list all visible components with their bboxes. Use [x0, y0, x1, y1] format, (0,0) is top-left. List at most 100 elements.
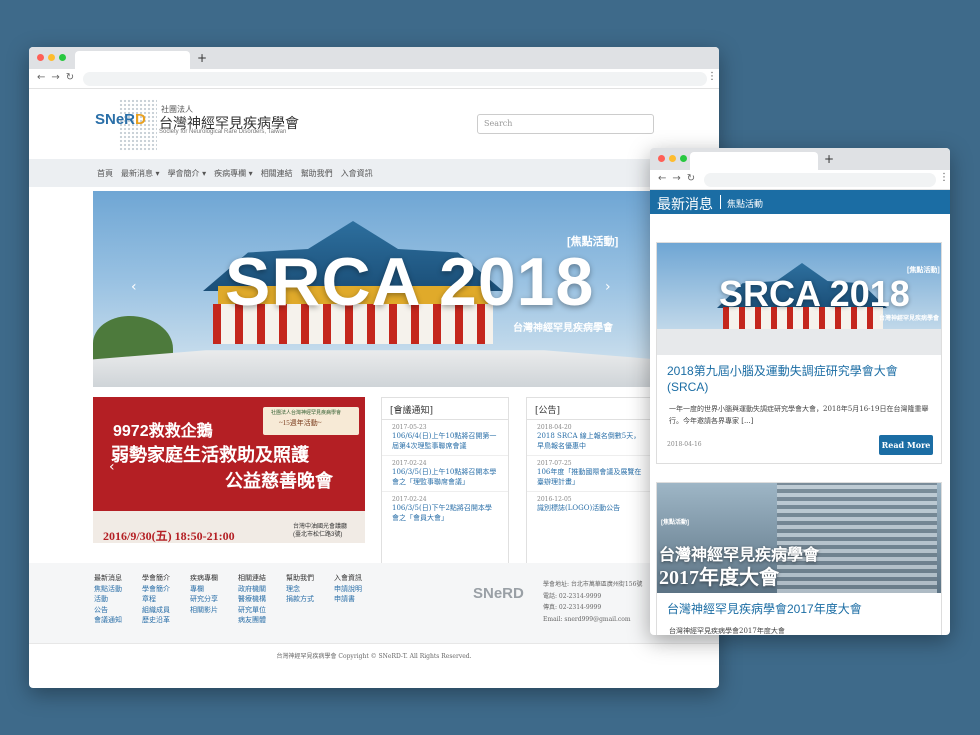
- window-controls: [658, 155, 687, 162]
- post-image-base: [657, 329, 941, 355]
- carousel-next-icon[interactable]: ›: [605, 279, 611, 295]
- promo-prev-icon[interactable]: ‹: [109, 459, 115, 475]
- footer-link[interactable]: 捐款方式: [286, 594, 314, 605]
- footer-heading: 入會資訊: [334, 574, 362, 582]
- post-title[interactable]: 台灣神經罕見疾病學會2017年度大會: [657, 593, 941, 617]
- footer-link[interactable]: 醫療機構: [238, 594, 266, 605]
- nav-news[interactable]: 最新消息 ▾: [121, 168, 160, 179]
- nav-home[interactable]: 首頁: [97, 168, 113, 179]
- copyright: 台灣神經罕見疾病學會 Copyright © SNeRD-T. All Righ…: [29, 643, 719, 663]
- list-item[interactable]: 2017-02-24 106/3/5(日)下午2點將召開本學會之「會員大會」: [382, 492, 508, 527]
- post-image-title: SRCA 2018: [719, 273, 910, 314]
- post-image-tag: [焦點活動]: [661, 520, 689, 526]
- minimize-window-button[interactable]: [48, 54, 55, 61]
- browser-tab[interactable]: [75, 51, 190, 69]
- list-item[interactable]: 2018-04-20 2018 SRCA 線上報名倒數5天，早鳥報名優惠中: [527, 420, 653, 456]
- footer-heading: 相關連結: [238, 574, 266, 582]
- venue-name: 台灣中油國光會議廳: [293, 524, 348, 530]
- list-item[interactable]: 2017-02-24 106/3/5(日)上午10點將召開本學會之「理監事聯席會議…: [382, 456, 508, 492]
- back-forward-reload-icon[interactable]: ←→↻: [658, 173, 701, 184]
- site-footer: 最新消息 焦點活動 活動 公告 會議通知 學會簡介 學會簡介 章程 組織成員 歷…: [29, 563, 719, 643]
- mobile-header-subtitle[interactable]: 焦點活動: [727, 197, 763, 210]
- announcements-heading: [公告]: [527, 398, 653, 420]
- footer-link[interactable]: 研究分享: [190, 594, 218, 605]
- charity-event-banner[interactable]: 社團法人台灣神經罕見疾病學會 ~15週年活動~ 9972救救企鵝 弱勢家庭生活救…: [93, 397, 365, 543]
- maximize-window-button[interactable]: [680, 155, 687, 162]
- item-title[interactable]: 2018 SRCA 線上報名倒數5天，早鳥報名優惠中: [537, 431, 643, 451]
- post-card: SRCA 2018 [焦點活動] 台灣神經罕見疾病學會 2018第九屆小腦及運動…: [656, 242, 942, 464]
- footer-link[interactable]: 焦點活動: [94, 584, 122, 595]
- footer-link[interactable]: 理念: [286, 584, 314, 595]
- footer-heading: 最新消息: [94, 574, 122, 582]
- footer-link[interactable]: 活動: [94, 594, 122, 605]
- footer-fax: 傳真: 02-2314-9999: [543, 604, 602, 611]
- item-title[interactable]: 106/3/5(日)下午2點將召開本學會之「會員大會」: [392, 503, 498, 523]
- browser-menu-icon[interactable]: ⋮: [707, 71, 717, 82]
- post-excerpt: 一年一度的世界小腦與運動失調症研究學會大會，2018年5月16-19日在台灣隆重…: [669, 405, 929, 425]
- browser-tab-bar: +: [650, 148, 950, 170]
- footer-link[interactable]: 政府機關: [238, 584, 266, 595]
- desktop-browser-window: + ←→↻ ⋮ SNeRD 社團法人 台灣神經罕見疾病學會 Society fo…: [29, 47, 719, 688]
- nav-disease-column[interactable]: 疾病專欄 ▾: [214, 168, 253, 179]
- mobile-header-title: 最新消息: [657, 196, 713, 212]
- browser-menu-icon[interactable]: ⋮: [939, 172, 949, 183]
- nav-membership[interactable]: 入會資訊: [341, 168, 373, 179]
- footer-link[interactable]: 組織成員: [142, 605, 170, 616]
- close-window-button[interactable]: [37, 54, 44, 61]
- footer-link[interactable]: 專欄: [190, 584, 218, 595]
- meetings-heading: [會議通知]: [382, 398, 508, 420]
- footer-heading: 學會簡介: [142, 574, 170, 582]
- footer-link[interactable]: 申請書: [334, 594, 362, 605]
- site-logo[interactable]: SNeRD: [95, 111, 146, 128]
- read-more-button[interactable]: Read More: [879, 435, 933, 455]
- footer-link[interactable]: 病友團體: [238, 615, 266, 626]
- minimize-window-button[interactable]: [669, 155, 676, 162]
- promo-date: 2016/9/30(五) 18:50-21:00: [103, 529, 235, 543]
- footer-link[interactable]: 研究單位: [238, 605, 266, 616]
- main-nav: 首頁 最新消息 ▾ 學會簡介 ▾ 疾病專欄 ▾ 相關連結 幫助我們 入會資訊: [29, 159, 719, 187]
- maximize-window-button[interactable]: [59, 54, 66, 61]
- banner-tag: [焦點活動]: [567, 236, 619, 248]
- window-controls: [37, 54, 66, 61]
- item-date: 2017-02-24: [392, 460, 427, 467]
- footer-link[interactable]: 歷史沿革: [142, 615, 170, 626]
- carousel-prev-icon[interactable]: ‹: [131, 279, 137, 295]
- footer-contact: 學會地址: 台北市萬華區廣州街156號 電話: 02-2314-9999 傳真:…: [543, 579, 642, 625]
- browser-tab[interactable]: [690, 152, 818, 170]
- footer-link[interactable]: 學會簡介: [142, 584, 170, 595]
- nav-help[interactable]: 幫助我們: [301, 168, 333, 179]
- new-tab-icon[interactable]: +: [197, 51, 207, 65]
- address-bar[interactable]: [704, 173, 936, 187]
- item-date: 2017-07-25: [537, 460, 572, 467]
- list-item[interactable]: 2016-12-05 識別標誌(LOGO)活動公告: [527, 492, 653, 517]
- footer-link[interactable]: 章程: [142, 594, 170, 605]
- item-title[interactable]: 識別標誌(LOGO)活動公告: [537, 503, 643, 513]
- address-bar[interactable]: [83, 72, 707, 86]
- new-tab-icon[interactable]: +: [824, 152, 834, 166]
- footer-email: Email: snerd999@gmail.com: [543, 615, 631, 623]
- browser-tab-bar: +: [29, 47, 719, 69]
- nav-about[interactable]: 學會簡介 ▾: [168, 168, 207, 179]
- post-excerpt: 台灣神經罕見疾病學會2017年度大會: [669, 627, 785, 635]
- post-title[interactable]: 2018第九屆小腦及運動失調症研究學會大會(SRCA): [657, 355, 941, 395]
- post-image[interactable]: SRCA 2018 [焦點活動] 台灣神經罕見疾病學會: [657, 243, 941, 355]
- footer-link[interactable]: 會議通知: [94, 615, 122, 626]
- list-item[interactable]: 2017-07-25 106年度「推動國際會議及展覽在臺辦理計畫」: [527, 456, 653, 492]
- item-title[interactable]: 106/6/4(日)上午10點將召開第一屆第4次理監事聯席會議: [392, 431, 498, 451]
- mobile-page-header: 最新消息 焦點活動: [650, 190, 950, 214]
- post-image[interactable]: [焦點活動] 台灣神經罕見疾病學會 2017年度大會: [657, 483, 941, 593]
- footer-link[interactable]: 相關影片: [190, 605, 218, 616]
- footer-link[interactable]: 公告: [94, 605, 122, 616]
- post-date: 2018-04-16: [667, 441, 702, 448]
- close-window-button[interactable]: [658, 155, 665, 162]
- search-input[interactable]: Search: [477, 114, 654, 134]
- footer-link[interactable]: 申請說明: [334, 584, 362, 595]
- hero-carousel[interactable]: SRCA 2018 [焦點活動] 台灣神經罕見疾病學會 ‹ ›: [93, 191, 657, 387]
- post-image-tag: [焦點活動]: [907, 267, 940, 274]
- back-forward-reload-icon[interactable]: ←→↻: [37, 72, 80, 83]
- item-title[interactable]: 106年度「推動國際會議及展覽在臺辦理計畫」: [537, 467, 643, 487]
- list-item[interactable]: 2017-05-23 106/6/4(日)上午10點將召開第一屆第4次理監事聯席會…: [382, 420, 508, 456]
- item-title[interactable]: 106/3/5(日)上午10點將召開本學會之「理監事聯席會議」: [392, 467, 498, 487]
- nav-links[interactable]: 相關連結: [261, 168, 293, 179]
- browser-toolbar: ←→↻ ⋮: [29, 69, 719, 89]
